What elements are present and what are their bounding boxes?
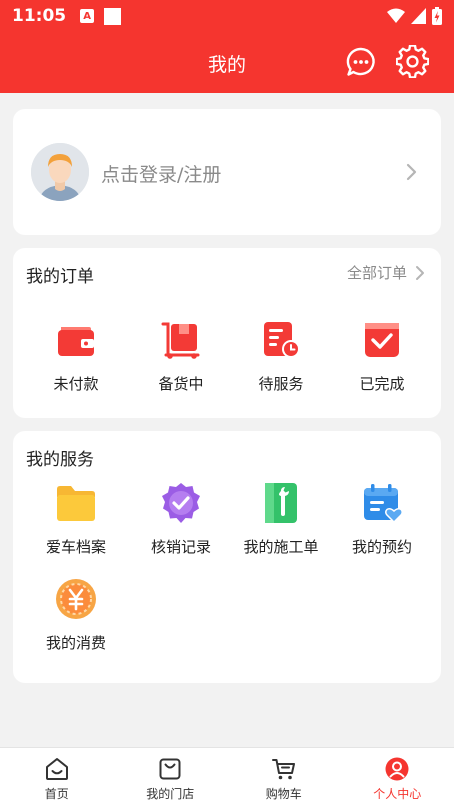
settings-gear-icon[interactable] <box>396 45 429 78</box>
order-to-be-served[interactable]: 待服务 <box>231 318 331 394</box>
my-orders-title: 我的订单 <box>26 267 94 287</box>
service-work-orders[interactable]: 我的施工单 <box>231 481 331 557</box>
all-orders-link[interactable]: 全部订单 <box>347 262 425 283</box>
calendar-heart-icon <box>364 484 403 524</box>
default-avatar-icon <box>31 143 89 201</box>
service-item-label: 我的预约 <box>351 538 412 556</box>
service-item-label: 我的施工单 <box>243 538 319 556</box>
login-card[interactable]: 点击登录/注册 <box>13 109 441 235</box>
avatar <box>31 143 89 201</box>
service-item-label: 核销记录 <box>150 538 211 556</box>
chevron-right-icon <box>416 265 424 280</box>
page-title: 我的 <box>207 54 246 76</box>
wrench-doc-icon <box>265 483 297 523</box>
order-item-label: 未付款 <box>53 375 99 393</box>
login-register-prompt[interactable]: 点击登录/注册 <box>101 160 221 187</box>
battery-icon <box>432 7 442 25</box>
user-circle-icon <box>385 757 409 781</box>
tab-home[interactable]: 首页 <box>0 748 114 808</box>
order-unpaid[interactable]: 未付款 <box>26 318 126 394</box>
service-appointments[interactable]: 我的预约 <box>332 481 432 557</box>
yuan-coin-icon <box>56 579 96 619</box>
message-icon[interactable] <box>345 46 377 78</box>
service-item-label: 我的消费 <box>45 634 106 652</box>
service-my-spending[interactable]: 我的消费 <box>26 577 126 653</box>
wallet-icon <box>58 327 94 356</box>
status-bar: 11:05 A <box>0 0 454 32</box>
badge-check-icon <box>162 483 200 523</box>
chevron-right-icon <box>406 163 417 181</box>
tab-label: 个人中心 <box>373 787 422 801</box>
tab-personal-center[interactable]: 个人中心 <box>341 748 454 808</box>
order-completed[interactable]: 已完成 <box>332 318 432 394</box>
order-preparing[interactable]: 备货中 <box>131 318 231 394</box>
my-services-title: 我的服务 <box>26 450 94 470</box>
tab-label: 首页 <box>44 787 69 801</box>
status-time: 11:05 <box>12 6 67 26</box>
service-car-profile[interactable]: 爱车档案 <box>26 481 126 557</box>
order-item-label: 备货中 <box>158 375 204 393</box>
all-orders-label: 全部订单 <box>346 264 407 282</box>
home-icon <box>45 758 68 780</box>
wifi-icon <box>387 8 405 23</box>
notification-square-icon <box>104 7 122 25</box>
order-item-label: 已完成 <box>359 375 405 393</box>
cart-icon <box>271 759 295 780</box>
service-item-label: 爱车档案 <box>45 538 106 556</box>
bottom-tab-bar: 首页 我的门店 购物车 个人中心 <box>0 747 454 808</box>
cart-box-icon <box>161 322 200 359</box>
status-indicators <box>387 7 442 25</box>
order-item-label: 待服务 <box>258 375 304 393</box>
bag-icon <box>159 758 181 780</box>
header-bar: 我的 <box>0 32 454 93</box>
tab-my-store[interactable]: 我的门店 <box>114 748 228 808</box>
my-services-card: 我的服务 爱车档案 核销记录 我的施工单 我的预约 我的消费 <box>13 431 441 683</box>
notification-a-icon: A <box>80 9 95 23</box>
my-orders-card: 我的订单 全部订单 未付款 备货中 待服务 已完成 <box>13 248 441 418</box>
clock-doc-icon <box>264 322 300 358</box>
folder-icon <box>57 486 95 521</box>
signal-icon <box>411 8 426 24</box>
tab-label: 我的门店 <box>146 787 195 801</box>
tab-cart[interactable]: 购物车 <box>227 748 341 808</box>
check-box-icon <box>365 323 399 357</box>
tab-label: 购物车 <box>265 787 302 801</box>
service-redemption-records[interactable]: 核销记录 <box>131 481 231 557</box>
